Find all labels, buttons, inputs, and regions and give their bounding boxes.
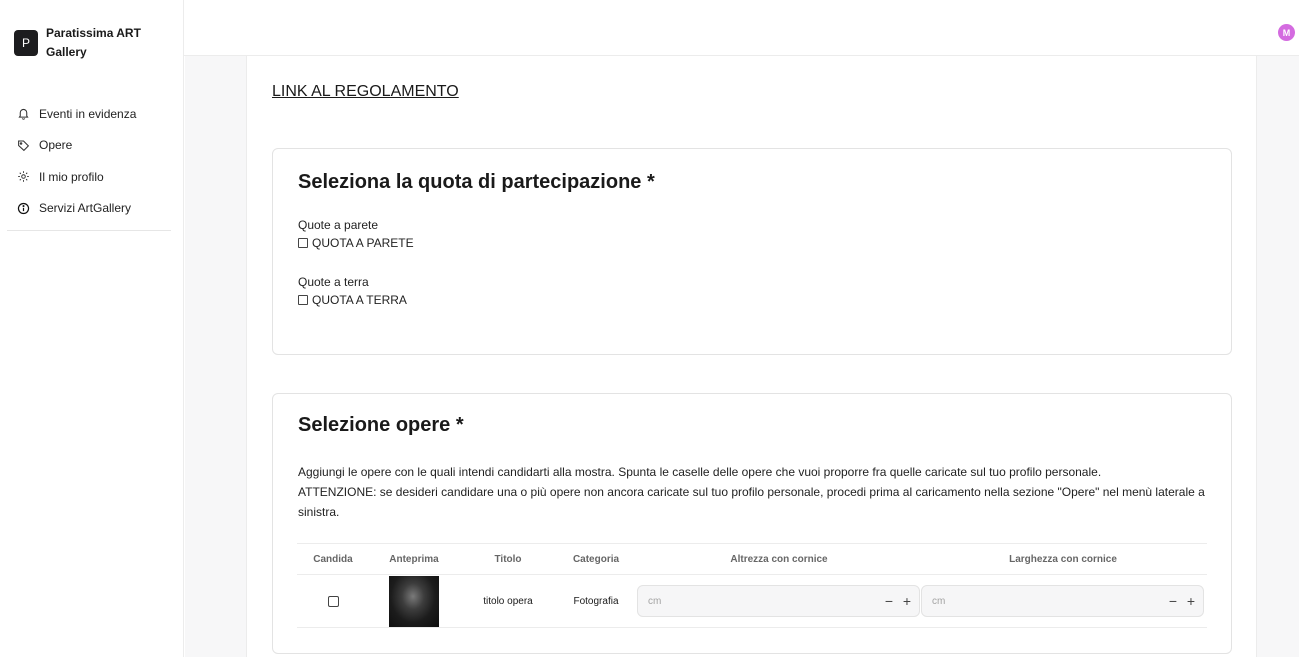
topbar: M [184,0,1299,56]
cell-categoria: Fotografia [573,595,619,607]
avatar[interactable]: M [1278,24,1295,41]
works-description-line2: ATTENZIONE: se desideri candidare una o … [298,485,1205,519]
sidebar-divider [7,230,171,231]
sidebar-nav: Eventi in evidenza Opere Il mio profilo … [17,98,177,224]
quota-parete-label: QUOTA A PARETE [312,236,414,250]
sidebar-item-profilo[interactable]: Il mio profilo [17,161,177,193]
col-header-titolo: Titolo [494,554,522,565]
sidebar-item-label: Eventi in evidenza [39,106,137,121]
sidebar-item-label: Servizi ArtGallery [39,201,132,216]
cell-titolo: titolo opera [483,595,533,607]
col-header-altezza: Altrezza con cornice [730,554,828,565]
works-table: Candida Anteprima Titolo Categoria Altre… [297,543,1207,628]
gear-icon [18,171,29,183]
col-header-categoria: Categoria [572,554,620,565]
col-header-anteprima: Anteprima [389,554,439,565]
works-card: Selezione opere * Aggiungi le opere con … [272,393,1232,654]
width-decrement-button[interactable]: − [1167,593,1179,609]
works-title: Selezione opere * [298,414,464,436]
col-header-larghezza: Larghezza con cornice [1009,554,1117,565]
width-increment-button[interactable]: + [1185,593,1197,609]
sidebar: P Paratissima ART Gallery Eventi in evid… [0,0,184,657]
checkbox-box[interactable] [298,238,308,248]
works-description-line1: Aggiungi le opere con le quali intendi c… [298,465,1102,479]
bell-icon [18,109,29,120]
sidebar-item-label: Il mio profilo [39,169,104,184]
quota-terra-label: QUOTA A TERRA [312,293,407,307]
table-header: Candida Anteprima Titolo Categoria Altre… [297,543,1207,575]
width-placeholder: cm [932,595,946,607]
quota-group-label-parete: Quote a parete [298,218,379,232]
brand-name: Paratissima ART Gallery [46,26,141,59]
candida-checkbox[interactable] [327,595,339,607]
brand-logo: P [14,30,38,56]
sidebar-item-eventi[interactable]: Eventi in evidenza [17,98,177,130]
works-description: Aggiungi le opere con le quali intendi c… [298,462,1208,522]
regulation-link[interactable]: LINK AL REGOLAMENTO [272,83,459,101]
col-header-candida: Candida [313,554,353,565]
table-row: titolo opera Fotografia cm − + cm − + [297,575,1207,628]
artwork-preview-image[interactable] [389,575,439,627]
info-icon [17,202,30,214]
cell-candida [297,575,369,627]
sidebar-item-label: Opere [39,138,73,153]
quota-terra-checkbox[interactable]: QUOTA A TERRA [298,293,407,307]
sidebar-item-servizi[interactable]: Servizi ArtGallery [17,193,177,225]
sidebar-item-opere[interactable]: Opere [17,130,177,162]
height-input[interactable]: cm − + [637,585,920,617]
quota-title: Seleziona la quota di partecipazione * [298,171,655,193]
width-input[interactable]: cm − + [921,585,1204,617]
brand[interactable]: P Paratissima ART Gallery [14,24,156,62]
tag-icon [18,140,30,151]
checkbox-box[interactable] [298,295,308,305]
cell-anteprima [381,575,447,627]
height-decrement-button[interactable]: − [883,593,895,609]
quota-group-label-terra: Quote a terra [298,275,369,289]
quota-card: Seleziona la quota di partecipazione * Q… [272,148,1232,355]
quota-parete-checkbox[interactable]: QUOTA A PARETE [298,236,414,250]
height-increment-button[interactable]: + [901,593,913,609]
height-placeholder: cm [648,595,662,607]
